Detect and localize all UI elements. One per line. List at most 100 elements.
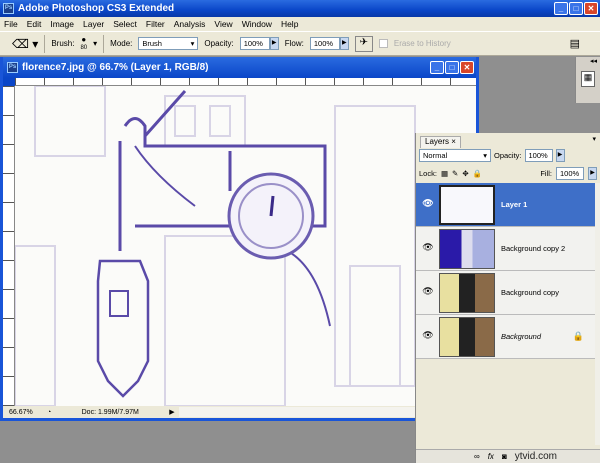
lock-transparency-icon[interactable]: ▦ xyxy=(441,169,448,178)
layer-name: Background copy 2 xyxy=(501,244,566,253)
fill-input[interactable]: 100% xyxy=(556,167,584,180)
mask-icon[interactable]: ◙ xyxy=(502,452,507,461)
menu-help[interactable]: Help xyxy=(281,19,298,29)
blend-mode-select[interactable]: Normal ▾ xyxy=(419,149,491,162)
menu-file[interactable]: File xyxy=(4,19,18,29)
layers-scrollbar[interactable] xyxy=(595,183,600,445)
layer-lock-icon: 🔒 xyxy=(572,331,584,341)
link-icon[interactable]: ∞ xyxy=(474,452,480,461)
tab-layers[interactable]: Layers × xyxy=(420,136,461,148)
visibility-eye-icon[interactable]: 👁 xyxy=(421,198,435,212)
doc-minimize-button[interactable]: _ xyxy=(430,61,444,74)
history-panel-icon[interactable]: ▦ xyxy=(581,71,595,87)
erase-to-history-label: Erase to History xyxy=(393,39,451,48)
zoom-level[interactable]: 66.67% xyxy=(9,409,43,416)
layer-opacity-value: 100% xyxy=(528,151,548,160)
visibility-eye-icon[interactable]: 👁 xyxy=(421,330,435,344)
airbrush-icon[interactable]: ✈ xyxy=(354,35,373,52)
document-icon: Ps xyxy=(7,62,18,73)
layers-panel: Layers × ▾ Normal ▾ Opacity: 100% ▶ Lock: … xyxy=(415,133,600,463)
layer-opacity-input[interactable]: 100% xyxy=(524,149,553,162)
erase-to-history-checkbox[interactable] xyxy=(378,39,388,48)
minimize-button[interactable]: _ xyxy=(554,2,568,15)
layer-name: Background copy xyxy=(501,288,559,297)
divider xyxy=(44,34,46,53)
opacity-slider-button[interactable]: ▶ xyxy=(269,37,279,50)
layer-row-background-copy-2[interactable]: 👁 Background copy 2 xyxy=(416,227,596,271)
status-bar: 66.67% ◔ Doc: 1.99M/7.97M ▶ xyxy=(3,406,476,418)
chevron-down-icon: ▾ xyxy=(483,151,487,160)
lock-label: Lock: xyxy=(419,169,437,178)
vertical-ruler[interactable] xyxy=(3,86,15,406)
mode-select[interactable]: Brush ▾ xyxy=(138,37,199,50)
opacity-label: Opacity: xyxy=(204,39,234,48)
menu-view[interactable]: View xyxy=(214,19,232,29)
layer-name: Background xyxy=(501,332,542,341)
layer-opacity-slider[interactable]: ▶ xyxy=(555,149,565,162)
image-artwork xyxy=(15,86,416,406)
palette-well-icon[interactable]: ▤ xyxy=(570,37,580,50)
close-button[interactable]: ✕ xyxy=(584,2,598,15)
fill-value: 100% xyxy=(560,169,580,178)
menu-filter[interactable]: Filter xyxy=(146,19,165,29)
fill-label: Fill: xyxy=(540,169,552,178)
flow-slider-button[interactable]: ▶ xyxy=(339,37,349,50)
divider xyxy=(103,34,105,53)
menu-analysis[interactable]: Analysis xyxy=(174,19,206,29)
layer-row-layer-1[interactable]: 👁 Layer 1 xyxy=(416,183,596,227)
menu-window[interactable]: Window xyxy=(242,19,272,29)
mode-label: Mode: xyxy=(110,39,133,48)
layers-tab-label: Layers xyxy=(425,137,450,146)
visibility-eye-icon[interactable]: 👁 xyxy=(421,286,435,300)
chevron-down-icon[interactable]: ▾ xyxy=(93,39,97,48)
status-menu-arrow[interactable]: ▶ xyxy=(169,408,174,416)
lock-position-icon[interactable]: ✥ xyxy=(462,169,468,178)
fill-slider[interactable]: ▶ xyxy=(588,167,597,180)
brush-size: 80 xyxy=(80,44,88,51)
document-title: florence7.jpg @ 66.7% (Layer 1, RGB/8) xyxy=(22,62,209,73)
layer-name: Layer 1 xyxy=(501,200,528,209)
maximize-button[interactable]: □ xyxy=(569,2,583,15)
document-window: Ps florence7.jpg @ 66.7% (Layer 1, RGB/8… xyxy=(0,57,479,421)
close-icon[interactable]: × xyxy=(451,137,456,146)
visibility-eye-icon[interactable]: 👁 xyxy=(421,242,435,256)
mode-value: Brush xyxy=(142,39,162,48)
status-info-icon[interactable]: ◔ xyxy=(47,409,51,416)
options-bar: ⌫ ▾ Brush: ● 80 ▾ Mode: Brush ▾ Opacity: 1… xyxy=(0,31,600,56)
app-title-bar: Ps Adobe Photoshop CS3 Extended _ □ ✕ xyxy=(0,0,600,17)
fx-icon[interactable]: fx xyxy=(488,452,494,461)
doc-maximize-button[interactable]: □ xyxy=(445,61,459,74)
doc-close-button[interactable]: ✕ xyxy=(460,61,474,74)
opacity-input[interactable]: 100% xyxy=(239,37,270,50)
image-canvas[interactable] xyxy=(15,86,476,406)
panel-menu-icon[interactable]: ▾ xyxy=(592,135,596,143)
collapse-icon[interactable]: ◂◂ xyxy=(576,57,600,65)
layer-row-background-copy[interactable]: 👁 Background copy xyxy=(416,271,596,315)
layer-thumbnail xyxy=(439,272,495,313)
brush-label: Brush: xyxy=(51,39,75,48)
menu-edit[interactable]: Edit xyxy=(27,19,42,29)
opacity-value: 100% xyxy=(243,39,263,48)
flow-input[interactable]: 100% xyxy=(309,37,340,50)
menu-layer[interactable]: Layer xyxy=(83,19,104,29)
lock-all-icon[interactable]: 🔒 xyxy=(473,169,482,178)
blend-mode-value: Normal xyxy=(423,151,448,160)
menu-select[interactable]: Select xyxy=(113,19,137,29)
lock-pixels-icon[interactable]: ✎ xyxy=(452,169,458,178)
ps-logo-icon: Ps xyxy=(3,3,14,14)
brush-preset-picker[interactable]: ● 80 xyxy=(80,35,88,52)
flow-value: 100% xyxy=(313,39,334,48)
flow-label: Flow: xyxy=(284,39,304,48)
horizontal-ruler[interactable] xyxy=(15,78,476,86)
layers-footer: ∞ fx ◙ ytvid.com xyxy=(416,449,600,463)
layer-row-background[interactable]: 👁 Background 🔒 xyxy=(416,315,596,359)
doc-size: Doc: 1.99M/7.97M xyxy=(81,408,139,416)
menu-bar: File Edit Image Layer Select Filter Anal… xyxy=(0,17,600,31)
layer-thumbnail xyxy=(439,184,495,225)
layer-thumbnail xyxy=(439,228,495,269)
layer-opacity-label: Opacity: xyxy=(494,151,522,160)
eraser-tool-icon[interactable]: ⌫ ▾ xyxy=(12,37,38,51)
menu-image[interactable]: Image xyxy=(50,19,74,29)
chevron-down-icon: ▾ xyxy=(190,39,195,48)
panel-dock: ◂◂ ▦ xyxy=(575,57,600,103)
